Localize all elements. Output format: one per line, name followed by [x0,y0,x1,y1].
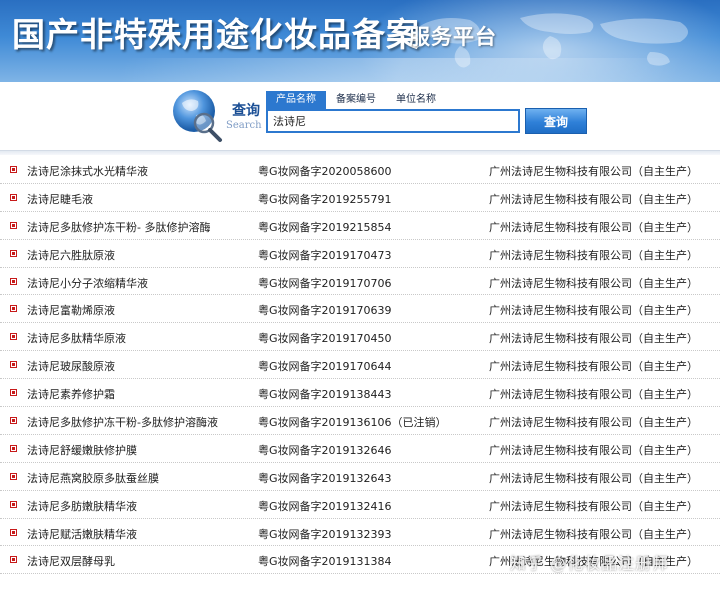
company-name: 广州法诗尼生物科技有限公司（自主生产） [489,360,698,374]
company-name: 广州法诗尼生物科技有限公司（自主生产） [489,304,698,318]
site-subtitle: 服务平台 [409,24,497,49]
table-row[interactable]: 法诗尼富勒烯原液 粤G妆网备字2019170639 广州法诗尼生物科技有限公司（自主… [0,295,720,324]
record-number: 粤G妆网备字2019131384 [258,555,392,569]
bullet-icon [10,444,17,452]
product-name-link[interactable]: 法诗尼赋活嫩肤精华液 [27,526,137,542]
table-row[interactable]: 法诗尼小分子浓缩精华液 粤G妆网备字2019170706 广州法诗尼生物科技有限公司… [0,268,720,296]
table-row[interactable]: 法诗尼玻尿酸原液 粤G妆网备字2019170644 广州法诗尼生物科技有限公司（自主… [0,351,720,380]
search-label: 查询 [232,103,260,119]
search-button[interactable]: 查询 [525,108,587,134]
bullet-icon [10,193,17,201]
bullet-icon [10,500,17,508]
record-number: 粤G妆网备字2019132646 [258,443,392,457]
bullet-icon [10,389,17,397]
table-row[interactable]: 法诗尼多肽修护冻干粉- 多肽修护溶酶 粤G妆网备字2019215854 广州法诗尼生… [0,212,720,240]
company-name: 广州法诗尼生物科技有限公司（自主生产） [489,276,698,290]
search-label-en: Search [226,120,262,131]
bullet-icon [10,333,17,341]
company-name: 广州法诗尼生物科技有限公司（自主生产） [489,220,698,234]
table-row[interactable]: 法诗尼赋活嫩肤精华液 粤G妆网备字2019132393 广州法诗尼生物科技有限公司（… [0,519,720,547]
table-row[interactable]: 法诗尼六胜肽原液 粤G妆网备字2019170473 广州法诗尼生物科技有限公司（自主… [0,240,720,268]
product-name-link[interactable]: 法诗尼多肽修护冻干粉- 多肽修护溶酶 [27,219,210,235]
product-name-link[interactable]: 法诗尼素养修护霜 [27,386,115,402]
product-name-link[interactable]: 法诗尼舒缓嫩肤修护膜 [27,442,137,458]
tab-product-name[interactable]: 产品名称 [266,91,326,109]
header-banner: 国产非特殊用途化妆品备案 服务平台 [0,0,720,82]
bullet-icon [10,417,17,425]
bullet-icon [10,305,17,313]
table-row[interactable]: 法诗尼燕窝胶原多肽蚕丝膜 粤G妆网备字2019132643 广州法诗尼生物科技有限公… [0,463,720,491]
company-name: 广州法诗尼生物科技有限公司（自主生产） [489,192,698,206]
globe-magnifier-icon [173,90,222,142]
company-name: 广州法诗尼生物科技有限公司（自主生产） [489,165,698,178]
table-row[interactable]: 法诗尼涂抹式水光精华液 粤G妆网备字2020058600 广州法诗尼生物科技有限公司… [0,156,720,184]
record-number: 粤G妆网备字2019255791 [258,192,392,206]
record-number: 粤G妆网备字2019215854 [258,220,392,234]
bullet-icon [10,361,17,369]
table-row[interactable]: 法诗尼睫毛液 粤G妆网备字2019255791 广州法诗尼生物科技有限公司（自主生产… [0,184,720,212]
company-name: 广州法诗尼生物科技有限公司（自主生产） [489,527,698,541]
record-number: 粤G妆网备字2019170450 [258,332,392,346]
search-section: 查询 Search 产品名称 备案编号 单位名称 查询 [0,82,720,150]
table-row[interactable]: 法诗尼素养修护霜 粤G妆网备字2019138443 广州法诗尼生物科技有限公司（自主… [0,379,720,408]
bullet-icon [10,472,17,480]
site-title: 国产非特殊用途化妆品备案 [12,15,420,54]
table-row[interactable]: 法诗尼多肽修护冻干粉-多肽修护溶酶液 粤G妆网备字2019136106（已注销） 广… [0,407,720,435]
record-number: 粤G妆网备字2019170639 [258,304,392,318]
table-row[interactable]: 法诗尼多肪嫩肤精华液 粤G妆网备字2019132416 广州法诗尼生物科技有限公司（… [0,491,720,519]
company-name: 广州法诗尼生物科技有限公司（自主生产） [489,332,698,346]
company-name: 广州法诗尼生物科技有限公司（自主生产） [489,443,698,457]
product-name-link[interactable]: 法诗尼多肽精华原液 [27,330,126,346]
bullet-icon [10,166,17,173]
company-name: 广州法诗尼生物科技有限公司（自主生产） [489,388,698,402]
record-number: 粤G妆网备字2020058600 [258,165,392,178]
search-input[interactable] [266,109,520,133]
bullet-icon [10,528,17,536]
product-name-link[interactable]: 法诗尼燕窝胶原多肽蚕丝膜 [27,470,159,486]
product-name-link[interactable]: 法诗尼涂抹式水光精华液 [27,163,148,179]
product-name-link[interactable]: 法诗尼六胜肽原液 [27,247,115,263]
record-number: 粤G妆网备字2019170706 [258,276,392,290]
record-number: 粤G妆网备字2019132416 [258,499,392,513]
bullet-icon [10,556,17,564]
record-number: 粤G妆网备字2019138443 [258,388,392,402]
watermark: 知乎 @化妆品注册师 [510,554,670,573]
product-name-link[interactable]: 法诗尼多肽修护冻干粉-多肽修护溶酶液 [27,414,218,430]
tab-company-name[interactable]: 单位名称 [386,91,446,109]
record-number: 粤G妆网备字2019136106（已注销） [258,416,447,430]
company-name: 广州法诗尼生物科技有限公司（自主生产） [489,248,698,262]
record-number: 粤G妆网备字2019132393 [258,527,392,541]
product-name-link[interactable]: 法诗尼双层酵母乳 [27,553,115,569]
record-number: 粤G妆网备字2019132643 [258,471,392,485]
record-number: 粤G妆网备字2019170644 [258,360,392,374]
company-name: 广州法诗尼生物科技有限公司（自主生产） [489,471,698,485]
bullet-icon [10,221,17,229]
table-row[interactable]: 法诗尼舒缓嫩肤修护膜 粤G妆网备字2019132646 广州法诗尼生物科技有限公司（… [0,435,720,463]
bullet-icon [10,277,17,285]
search-tabs: 产品名称 备案编号 单位名称 [266,91,446,111]
product-name-link[interactable]: 法诗尼玻尿酸原液 [27,358,115,374]
product-name-link[interactable]: 法诗尼睫毛液 [27,191,93,207]
product-name-link[interactable]: 法诗尼富勒烯原液 [27,302,115,318]
table-row[interactable]: 法诗尼多肽精华原液 粤G妆网备字2019170450 广州法诗尼生物科技有限公司（自… [0,323,720,352]
product-name-link[interactable]: 法诗尼多肪嫩肤精华液 [27,498,137,514]
bullet-icon [10,249,17,257]
product-name-link[interactable]: 法诗尼小分子浓缩精华液 [27,275,148,291]
company-name: 广州法诗尼生物科技有限公司（自主生产） [489,416,698,430]
company-name: 广州法诗尼生物科技有限公司（自主生产） [489,499,698,513]
results-list: 法诗尼涂抹式水光精华液 粤G妆网备字2020058600 广州法诗尼生物科技有限公司… [0,156,720,575]
record-number: 粤G妆网备字2019170473 [258,248,392,262]
tab-record-number[interactable]: 备案编号 [326,91,386,109]
section-divider [0,150,720,155]
